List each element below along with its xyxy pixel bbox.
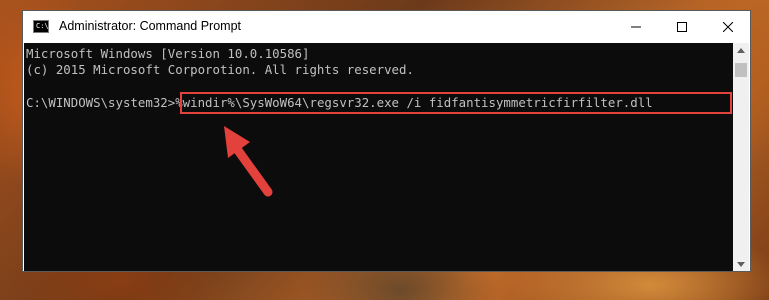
minimize-button[interactable]: [613, 11, 658, 43]
console-line-version: Microsoft Windows [Version 10.0.10586]: [26, 46, 310, 61]
title-bar[interactable]: C:\ Administrator: Command Prompt: [23, 11, 750, 43]
scroll-thumb[interactable]: [735, 63, 747, 77]
command-highlight-box: [180, 92, 732, 114]
command-prompt-window: C:\ Administrator: Command Prompt Micros…: [22, 10, 751, 272]
console-line-copyright: (c) 2015 Microsoft Corporotion. All righ…: [26, 62, 414, 77]
pointer-arrow-icon: [224, 126, 273, 197]
close-icon: [722, 22, 733, 32]
chevron-down-icon: [737, 261, 745, 267]
vertical-scrollbar[interactable]: [733, 43, 749, 271]
minimize-icon: [630, 26, 641, 28]
scroll-down-button[interactable]: [733, 257, 749, 271]
maximize-icon: [676, 22, 687, 32]
chevron-up-icon: [737, 47, 745, 53]
maximize-button[interactable]: [659, 11, 704, 43]
window-title: Administrator: Command Prompt: [59, 19, 242, 33]
console-prompt: C:\WINDOWS\system32>: [26, 95, 176, 110]
console-output[interactable]: Microsoft Windows [Version 10.0.10586] (…: [24, 43, 734, 271]
cmd-app-icon[interactable]: C:\: [33, 20, 49, 33]
scroll-up-button[interactable]: [733, 43, 749, 57]
close-button[interactable]: [705, 11, 750, 43]
